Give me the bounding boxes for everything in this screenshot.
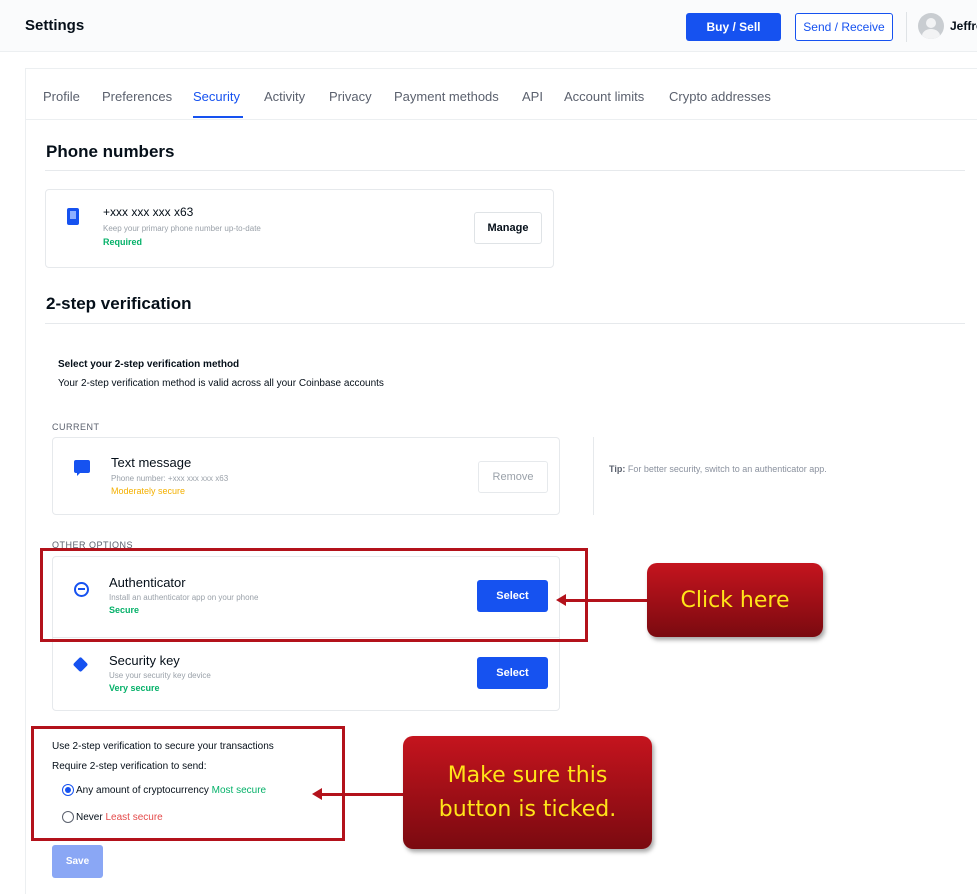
tab-preferences[interactable]: Preferences xyxy=(102,89,172,104)
tip-text: Tip: For better security, switch to an a… xyxy=(609,462,889,476)
top-bar: Settings Buy / Sell Send / Receive Jeffr… xyxy=(0,0,977,52)
tab-activity[interactable]: Activity xyxy=(264,89,305,104)
two-step-heading: 2-step verification xyxy=(46,294,192,313)
security-key-level: Very secure xyxy=(109,683,160,693)
highlight-transactions xyxy=(31,726,345,841)
buy-sell-button[interactable]: Buy / Sell xyxy=(686,13,781,41)
message-icon xyxy=(74,460,90,476)
highlight-authenticator xyxy=(40,548,588,642)
phone-status: Required xyxy=(103,237,143,247)
security-key-name: Security key xyxy=(109,653,180,668)
tick-callout-line1: Make sure this xyxy=(447,762,608,788)
section-divider xyxy=(45,323,965,324)
active-tab-indicator xyxy=(193,116,243,118)
user-name[interactable]: Jeffre xyxy=(950,19,977,33)
tab-security[interactable]: Security xyxy=(193,89,240,104)
phone-number: +xxx xxx xxx x63 xyxy=(103,205,194,219)
tip-divider xyxy=(593,437,594,515)
manage-button[interactable]: Manage xyxy=(474,212,542,244)
tab-payment-methods[interactable]: Payment methods xyxy=(394,89,499,104)
tick-callout: Make sure this button is ticked. xyxy=(403,736,652,849)
tip-label: Tip: xyxy=(609,464,626,474)
phone-icon xyxy=(67,208,79,225)
current-method-detail: Phone number: +xxx xxx xxx x63 xyxy=(111,474,229,483)
arrow-line xyxy=(321,793,403,796)
header-divider xyxy=(906,12,907,42)
phone-numbers-heading: Phone numbers xyxy=(46,142,175,161)
tab-privacy[interactable]: Privacy xyxy=(329,89,372,104)
avatar[interactable] xyxy=(918,13,944,39)
security-key-detail: Use your security key device xyxy=(109,671,211,680)
current-method-name: Text message xyxy=(111,455,192,470)
remove-button[interactable]: Remove xyxy=(478,461,548,493)
section-divider xyxy=(45,170,965,171)
select-method-title: Select your 2-step verification method xyxy=(58,359,240,370)
save-button[interactable]: Save xyxy=(52,845,103,878)
send-receive-button[interactable]: Send / Receive xyxy=(795,13,893,41)
click-here-callout: Click here xyxy=(647,563,823,637)
tab-crypto-addresses[interactable]: Crypto addresses xyxy=(669,89,771,104)
current-method-level: Moderately secure xyxy=(111,486,186,496)
arrow-line xyxy=(565,599,647,602)
phone-hint: Keep your primary phone number up-to-dat… xyxy=(103,224,261,233)
settings-tabs: Profile Preferences Security Activity Pr… xyxy=(26,69,977,120)
page-title: Settings xyxy=(25,17,85,34)
tick-callout-line2: button is ticked. xyxy=(438,796,617,822)
tab-account-limits[interactable]: Account limits xyxy=(564,89,644,104)
select-method-desc: Your 2-step verification method is valid… xyxy=(58,378,384,389)
tip-body: For better security, switch to an authen… xyxy=(627,464,827,474)
current-label: CURRENT xyxy=(52,422,100,432)
select-security-key-button[interactable]: Select xyxy=(477,657,548,689)
tab-api[interactable]: API xyxy=(522,89,543,104)
tab-profile[interactable]: Profile xyxy=(43,89,80,104)
